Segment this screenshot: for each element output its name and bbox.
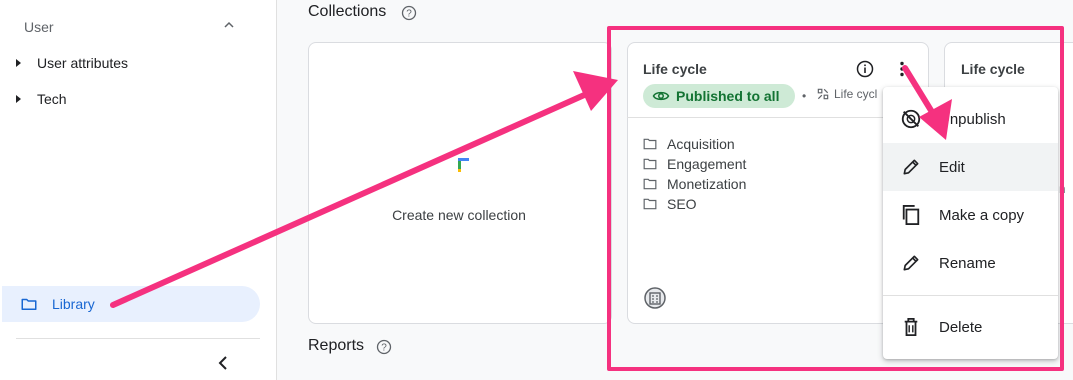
create-collection-label: Create new collection bbox=[392, 207, 526, 223]
svg-text:?: ? bbox=[406, 9, 412, 20]
collections-heading: Collections bbox=[308, 3, 387, 20]
chevron-left-icon[interactable] bbox=[214, 353, 234, 373]
expand-arrow-icon bbox=[16, 95, 21, 103]
expand-arrow-icon bbox=[16, 59, 21, 67]
sidebar-section-title: User bbox=[24, 19, 54, 35]
sidebar-item-tech[interactable]: Tech bbox=[16, 85, 67, 113]
annotation-highlight-box bbox=[607, 26, 1064, 371]
sidebar-item-label: Library bbox=[52, 296, 95, 312]
sidebar-item-label: User attributes bbox=[37, 55, 129, 71]
folder-icon bbox=[21, 298, 37, 310]
svg-text:?: ? bbox=[381, 343, 387, 354]
sidebar-item-label: Tech bbox=[37, 91, 67, 107]
help-icon[interactable]: ? bbox=[401, 5, 417, 21]
google-plus-icon bbox=[458, 158, 469, 172]
chevron-up-icon[interactable] bbox=[222, 18, 236, 32]
sidebar-item-library[interactable]: Library bbox=[2, 286, 260, 322]
create-collection-card[interactable] bbox=[308, 42, 612, 324]
help-icon[interactable]: ? bbox=[376, 339, 392, 355]
reports-heading: Reports bbox=[308, 337, 365, 354]
sidebar-item-user-attributes[interactable]: User attributes bbox=[16, 49, 128, 77]
sidebar-divider bbox=[16, 338, 260, 339]
